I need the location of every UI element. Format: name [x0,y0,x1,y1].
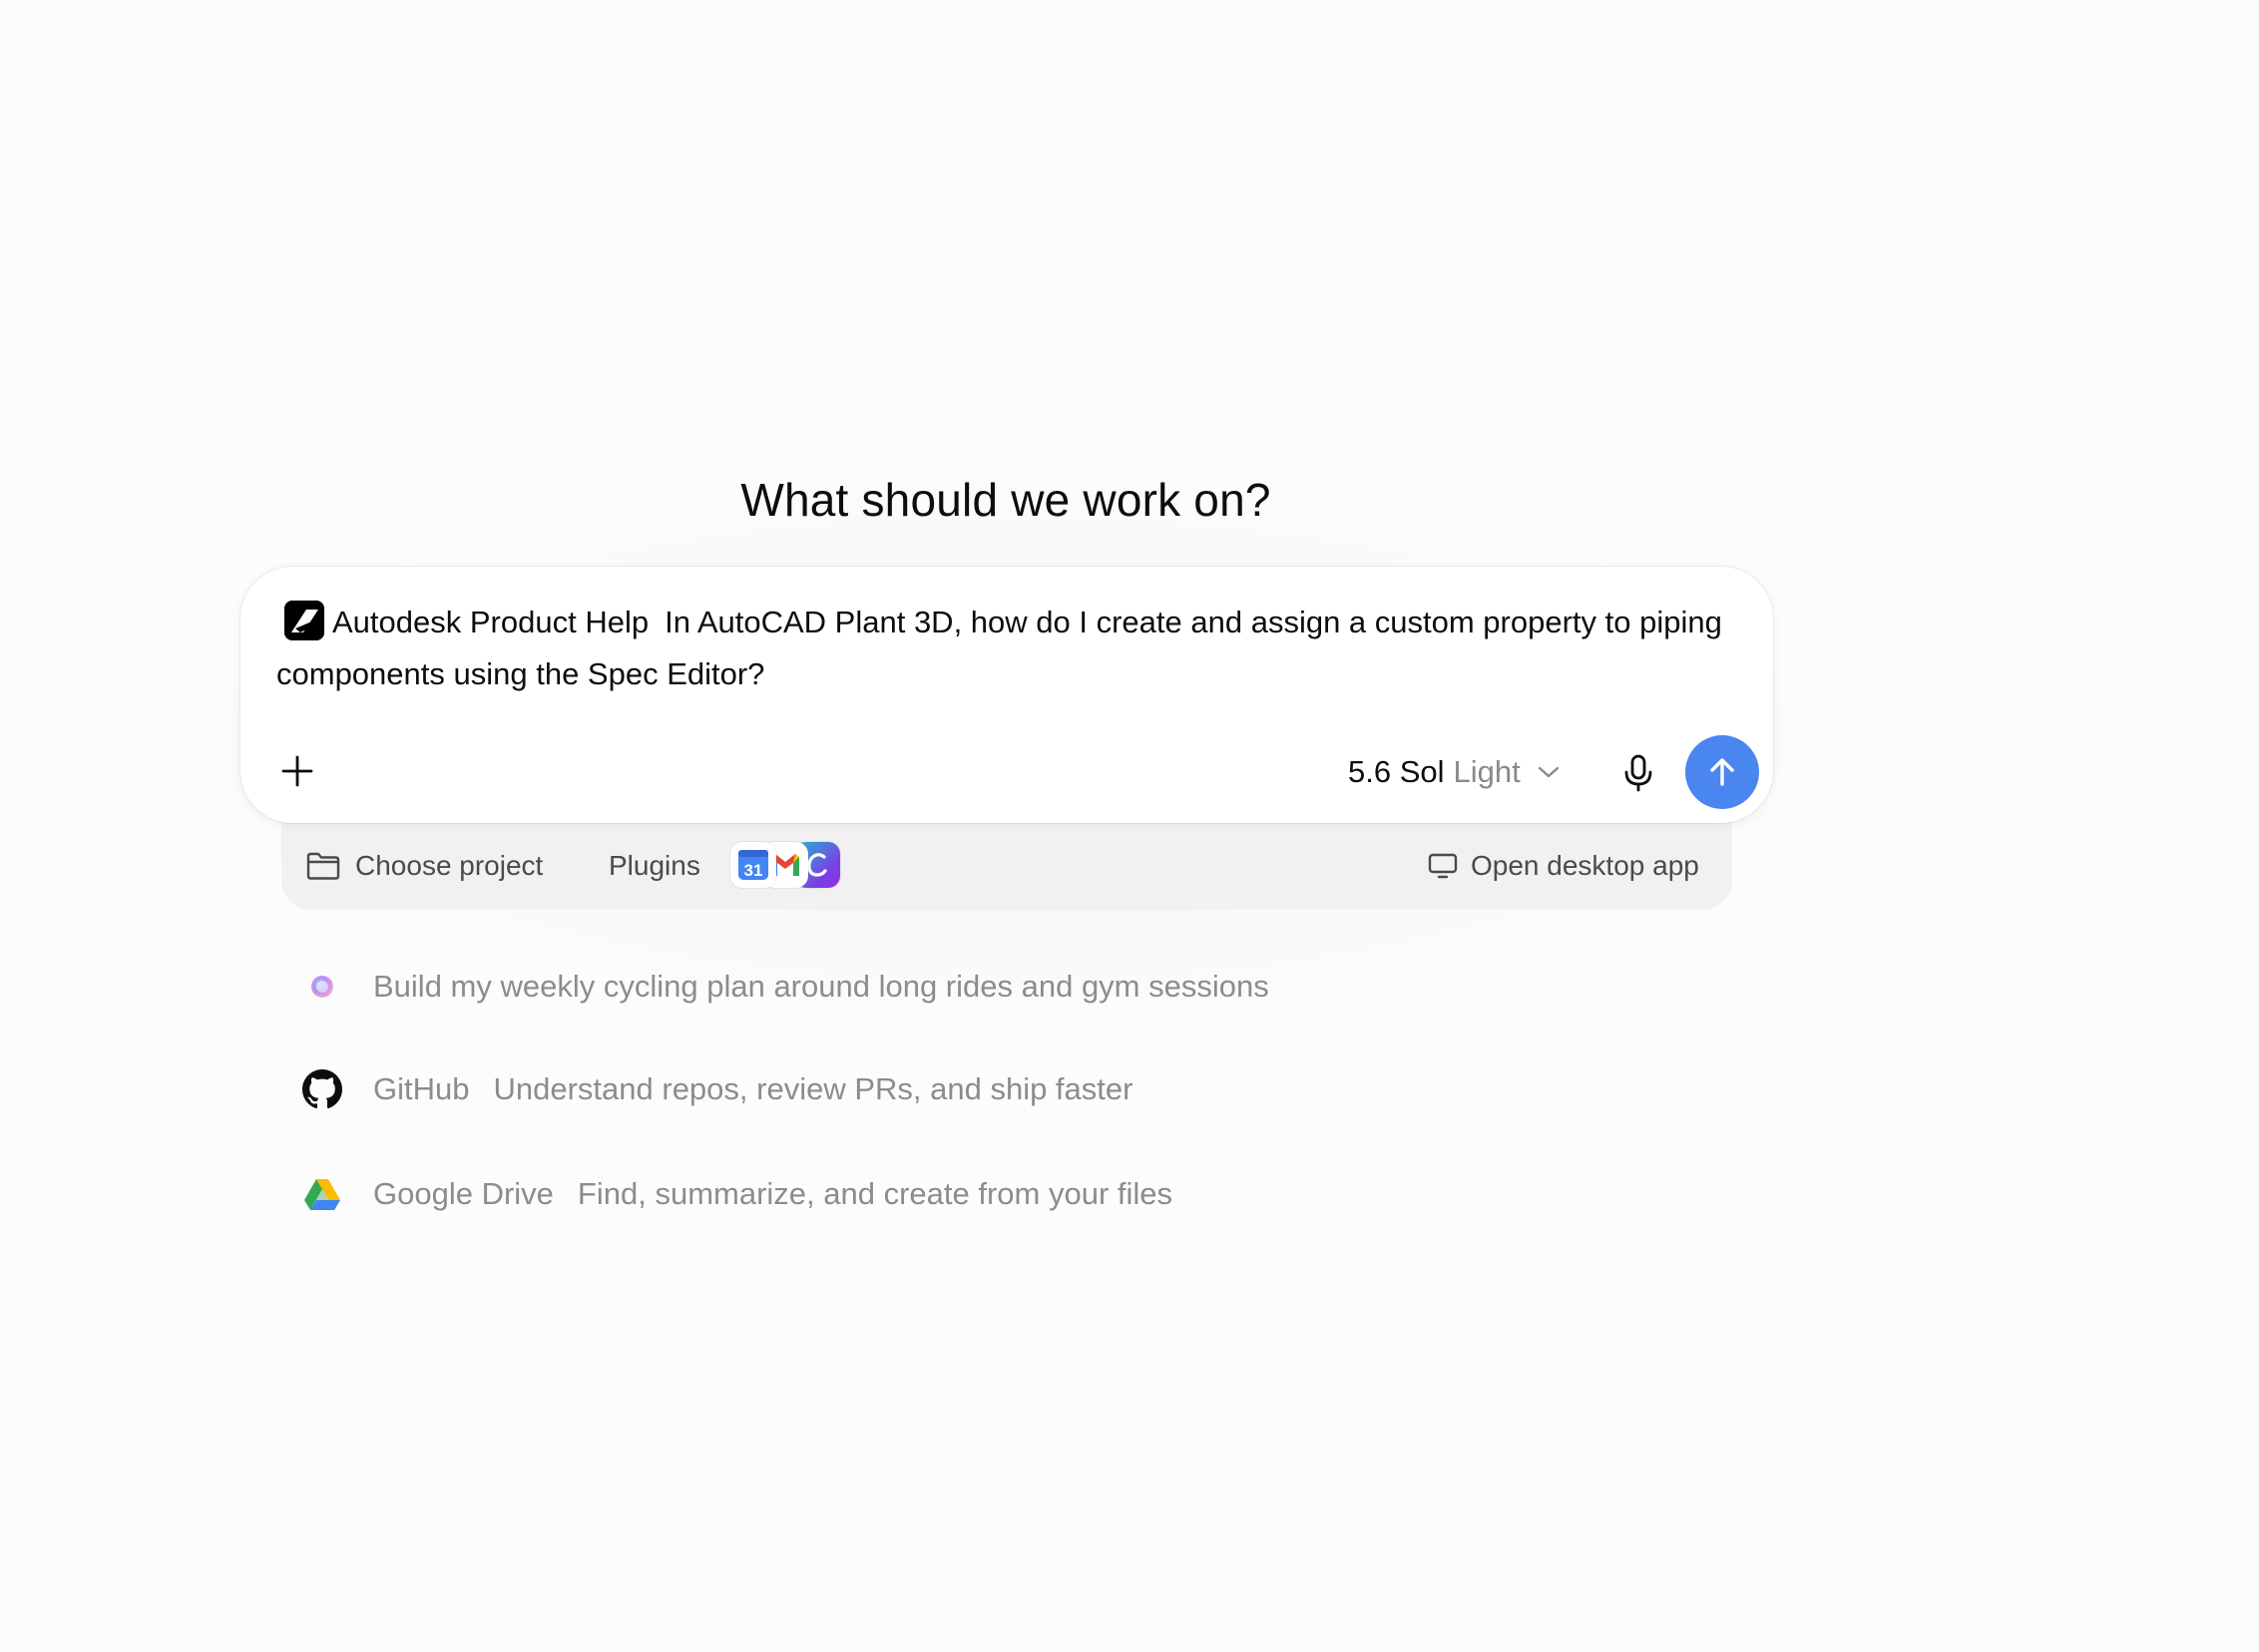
model-variant: Light [1453,754,1521,789]
autodesk-icon [284,601,324,640]
send-button[interactable] [1685,735,1759,809]
open-desktop-app-button[interactable]: Open desktop app [1427,850,1699,882]
choose-project-label: Choose project [355,850,544,881]
app-chip-label: Autodesk Product Help [332,605,650,639]
plus-icon [281,755,313,787]
suggestion-app-name: GitHub [373,1071,470,1106]
sparkle-orb-icon [293,962,351,1012]
voice-input-button[interactable] [1611,746,1665,800]
monitor-icon [1428,853,1458,879]
model-name: 5.6 Sol [1348,754,1445,789]
plugin-icon-stack[interactable]: 31 [730,842,840,890]
calendar-day: 31 [744,861,763,880]
plugins-label: Plugins [609,850,700,881]
page-title: What should we work on? [740,473,1271,526]
suggestion-item[interactable]: GitHub Understand repos, review PRs, and… [293,1064,1132,1114]
plugins-button[interactable]: Plugins [609,850,700,882]
suggestion-text: Build my weekly cycling plan around long… [373,969,1269,1004]
suggestion-app-name: Google Drive [373,1176,554,1211]
microphone-icon [1624,754,1652,792]
suggestion-text: Understand repos, review PRs, and ship f… [493,1071,1133,1106]
calendar-icon: 31 [730,842,776,888]
chevron-down-icon [1538,766,1559,778]
composer: Autodesk Product Help In AutoCAD Plant 3D… [240,567,1773,823]
open-desktop-app-label: Open desktop app [1471,850,1699,881]
choose-project-button[interactable]: Choose project [305,850,543,882]
add-attachment-button[interactable] [270,744,324,798]
github-icon [293,1064,351,1114]
suggestion-text: Find, summarize, and create from your fi… [577,1176,1173,1211]
model-selector[interactable]: 5.6 Sol Light [1348,746,1561,798]
folder-icon [306,852,340,880]
google-drive-icon [293,1169,351,1219]
suggestion-item[interactable]: Google Drive Find, summarize, and create… [293,1169,1172,1219]
arrow-up-icon [1710,758,1734,786]
prompt-input[interactable]: Autodesk Product Help In AutoCAD Plant 3D… [276,597,1743,700]
page: What should we work on? Choose project P… [0,0,2259,1652]
suggestion-item[interactable]: Build my weekly cycling plan around long… [293,962,1269,1012]
